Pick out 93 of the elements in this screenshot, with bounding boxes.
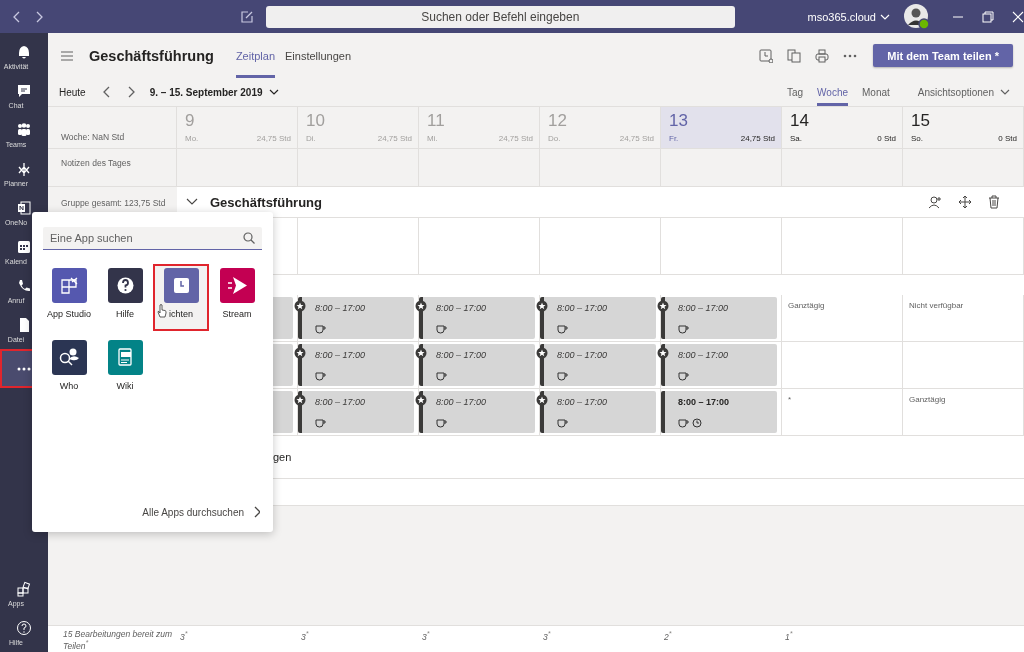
star-badge-icon — [536, 347, 548, 359]
app-tile[interactable]: Stream — [209, 264, 265, 331]
app-tile[interactable]: Hilfe — [97, 264, 153, 331]
schedule-cell[interactable] — [298, 218, 419, 275]
edit-count: 3$^{*}$ — [180, 631, 188, 642]
avatar-icon[interactable] — [904, 3, 930, 30]
planner-icon — [16, 160, 32, 177]
view-tab[interactable]: Tag — [786, 78, 804, 106]
help-icon — [16, 619, 32, 636]
today-button[interactable]: Heute — [59, 78, 86, 106]
edit-count: 3$^{*}$ — [422, 631, 430, 642]
next-icon[interactable] — [126, 86, 136, 98]
phone-icon — [16, 277, 32, 294]
chevron-right-icon — [253, 506, 260, 518]
close-icon[interactable] — [1012, 10, 1024, 23]
schedule-cell[interactable] — [903, 218, 1024, 275]
group-total: Gruppe gesamt: 123,75 Std — [61, 197, 166, 208]
group-name: Geschäftsführung — [210, 194, 322, 210]
chevron-down-icon — [880, 12, 890, 21]
day-note-cell[interactable] — [903, 149, 1024, 187]
day-note-cell[interactable] — [661, 149, 782, 187]
star-badge-icon — [415, 394, 427, 406]
star-badge-icon — [415, 300, 427, 312]
week-total: Woche: NaN Std — [61, 132, 125, 142]
app-tile[interactable]: App Studio — [41, 264, 97, 331]
schedule-cell[interactable] — [782, 342, 903, 389]
clock-question-icon[interactable] — [759, 48, 774, 63]
star-badge-icon — [536, 394, 548, 406]
hand-cursor-icon — [157, 304, 167, 318]
schedule-cell[interactable] — [540, 218, 661, 275]
menu-icon[interactable] — [61, 50, 73, 61]
availability-cell[interactable]: Ganztägig — [782, 295, 903, 342]
print-icon[interactable] — [815, 48, 830, 63]
tab[interactable]: Zeitplan — [235, 33, 275, 78]
day-note-cell[interactable] — [540, 149, 661, 187]
edit-count: 3$^{*}$ — [543, 631, 551, 642]
schedule-cell[interactable] — [782, 218, 903, 275]
star-badge-icon — [657, 347, 669, 359]
apps-icon — [16, 580, 32, 597]
edit-count: 3$^{*}$ — [301, 631, 309, 642]
day-header[interactable]: 14 Sa. 0 Std — [782, 106, 903, 149]
view-tab[interactable]: Monat — [862, 78, 890, 106]
day-note-cell[interactable] — [298, 149, 419, 187]
team-title: Geschäftsführung — [89, 47, 214, 64]
share-button[interactable]: Mit dem Team teilen * — [873, 44, 1013, 67]
more-icon[interactable] — [843, 53, 858, 58]
trash-icon[interactable] — [988, 195, 1000, 209]
copy-icon[interactable] — [787, 48, 802, 63]
tab[interactable]: Einstellungen — [285, 33, 352, 78]
browse-all-apps-link[interactable]: Alle Apps durchsuchen — [142, 506, 262, 518]
star-badge-icon — [657, 300, 669, 312]
calendar-icon — [16, 238, 32, 255]
chat-icon — [16, 82, 32, 99]
bell-icon — [16, 43, 32, 60]
search-field[interactable]: Suchen oder Befehl eingeben — [266, 5, 735, 28]
compose-icon[interactable] — [240, 9, 255, 24]
availability-cell[interactable]: * — [782, 389, 903, 436]
app-tile[interactable]: ichten — [153, 264, 209, 331]
edit-count: 1$^{*}$ — [785, 631, 793, 642]
row-label: gen — [273, 451, 292, 463]
edits-ready-note: 15 Bearbeitungen bereit zum Teilen$^{*}$ — [63, 629, 173, 652]
forward-icon[interactable] — [35, 10, 44, 23]
day-header[interactable]: 13 Fr. 24,75 Std — [661, 106, 782, 149]
tenant-switcher[interactable]: mso365.cloud — [807, 10, 890, 23]
schedule-cell[interactable] — [419, 218, 540, 275]
move-icon[interactable] — [958, 195, 972, 209]
view-options-dropdown[interactable]: Ansichtsoptionen — [917, 78, 1010, 106]
schedule-cell[interactable] — [661, 218, 782, 275]
day-note-cell[interactable] — [419, 149, 540, 187]
notes-label: Notizen des Tages — [61, 158, 131, 168]
availability-cell[interactable]: Nicht verfügbar — [903, 295, 1024, 342]
date-range-picker[interactable]: 9. – 15. September 2019 — [149, 78, 279, 106]
chevron-down-icon — [1000, 88, 1010, 96]
day-note-cell[interactable] — [177, 149, 298, 187]
schedule-cell[interactable] — [903, 342, 1024, 389]
more-icon — [17, 366, 31, 371]
availability-cell[interactable]: Ganztägig — [903, 389, 1024, 436]
maximize-icon[interactable] — [982, 10, 994, 23]
add-person-icon[interactable] — [928, 195, 942, 209]
star-badge-icon — [415, 347, 427, 359]
day-note-cell[interactable] — [782, 149, 903, 187]
app-search-field[interactable]: Eine App suchen — [43, 227, 262, 250]
edit-count: 2$^{*}$ — [664, 631, 672, 642]
search-icon — [243, 232, 255, 244]
star-badge-icon — [536, 300, 548, 312]
app-tile[interactable]: Who — [41, 336, 97, 403]
notebook-icon — [16, 199, 32, 216]
day-header[interactable]: 15 So. 0 Std — [903, 106, 1024, 149]
chevron-down-icon — [268, 88, 279, 96]
previous-icon[interactable] — [101, 86, 111, 98]
back-icon[interactable] — [12, 10, 21, 23]
app-tile[interactable]: Wiki — [97, 336, 153, 403]
people-icon — [16, 121, 32, 138]
